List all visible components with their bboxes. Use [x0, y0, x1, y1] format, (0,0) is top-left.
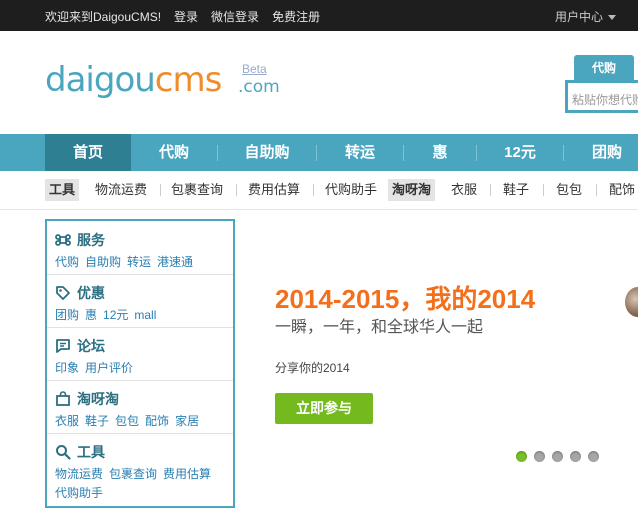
user-center-label: 用户中心 — [555, 10, 604, 24]
top-bar-left: 欢迎来到DaigouCMS! 登录 微信登录 免费注册 — [45, 8, 320, 25]
category-taoyatao-title: 淘呀淘 — [77, 391, 119, 407]
subnav-separator — [160, 184, 161, 196]
daigou-url-input[interactable]: 粘贴你想代购 — [565, 80, 638, 113]
subnav-item-cost-estimate[interactable]: 费用估算 — [248, 179, 300, 201]
carousel-dot[interactable] — [534, 451, 545, 462]
category-link[interactable]: 惠 — [85, 306, 97, 325]
category-taoyatao: 淘呀淘 衣服 鞋子 包包 配饰 家居 — [55, 389, 227, 431]
category-tools: 工具 物流运费 包裹查询 费用估算代购助手 — [55, 442, 227, 503]
banner-subtitle: 一瞬，一年，和全球华人一起 — [275, 319, 484, 336]
category-link[interactable]: 印象 — [55, 359, 79, 378]
carousel-indicators — [516, 451, 599, 462]
category-link[interactable]: 转运 — [127, 253, 151, 272]
tag-icon — [56, 286, 70, 300]
category-service: 服务 代购 自助购 转运 港速通 — [55, 230, 227, 272]
sub-nav: 工具 物流运费 包裹查询 费用估算 代购助手 淘呀淘 衣服 鞋子 包包 配饰 — [0, 175, 638, 205]
subnav-item-shoes[interactable]: 鞋子 — [503, 179, 529, 201]
category-forum-title: 论坛 — [77, 338, 105, 354]
category-link[interactable]: 衣服 — [55, 412, 79, 431]
subnav-item-bags[interactable]: 包包 — [556, 179, 582, 201]
category-deals: 优惠 团购惠 12元 mall — [55, 283, 227, 325]
command-icon — [55, 234, 71, 246]
banner-title: 2014-2015，我的2014 — [275, 284, 536, 314]
category-deals-header[interactable]: 优惠 — [55, 283, 227, 303]
category-link[interactable]: mall — [134, 306, 156, 325]
user-center-menu[interactable]: 用户中心 — [555, 8, 617, 25]
carousel-dot[interactable] — [516, 451, 527, 462]
category-panel: 服务 代购 自助购 转运 港速通 优惠 团购惠 12元 mall 论坛 印象 用户评价 淘呀… — [45, 219, 235, 508]
category-tools-title: 工具 — [77, 444, 105, 460]
join-now-button[interactable]: 立即参与 — [275, 393, 373, 424]
category-link[interactable]: 包裹查询 — [109, 465, 157, 484]
wechat-login-link[interactable]: 微信登录 — [211, 8, 259, 25]
logo-part-2: cms — [154, 60, 223, 100]
nav-item-home[interactable]: 首页 — [45, 134, 131, 171]
search-icon — [56, 445, 71, 460]
subnav-item-clothes[interactable]: 衣服 — [451, 179, 477, 201]
category-link[interactable]: 配饰 — [145, 412, 169, 431]
daigou-tab[interactable]: 代购 — [574, 55, 634, 81]
welcome-text: 欢迎来到DaigouCMS! — [45, 10, 162, 24]
subnav-separator — [236, 184, 237, 196]
subnav-item-daigou-helper[interactable]: 代购助手 — [325, 179, 377, 201]
category-link[interactable]: 代购助手 — [55, 484, 103, 503]
category-link[interactable]: 包包 — [115, 412, 139, 431]
chevron-down-icon — [608, 15, 617, 21]
subnav-separator — [490, 184, 491, 196]
subnav-separator — [313, 184, 314, 196]
category-divider — [47, 274, 233, 275]
category-link[interactable]: 团购 — [55, 306, 79, 325]
login-link[interactable]: 登录 — [174, 8, 198, 25]
bag-icon — [56, 391, 70, 406]
subnav-taoyatao-heading[interactable]: 淘呀淘 — [388, 179, 436, 201]
category-link[interactable]: 家居 — [175, 412, 199, 431]
carousel-dot[interactable] — [570, 451, 581, 462]
nav-item-group-buy[interactable]: 团购 — [564, 134, 638, 171]
subnav-item-parcel-query[interactable]: 包裹查询 — [171, 179, 223, 201]
banner-share-text: 分享你的2014 — [275, 361, 350, 375]
register-link[interactable]: 免费注册 — [272, 8, 320, 25]
category-link[interactable]: 鞋子 — [85, 412, 109, 431]
main-nav: 首页 代购 自助购 转运 惠 12元 团购 — [0, 134, 638, 171]
carousel-dot[interactable] — [552, 451, 563, 462]
subnav-item-accessories[interactable]: 配饰 — [609, 179, 635, 201]
top-bar: 欢迎来到DaigouCMS! 登录 微信登录 免费注册 用户中心 — [0, 0, 638, 31]
nav-item-12yuan[interactable]: 12元 — [477, 134, 563, 171]
beta-badge: Beta — [242, 62, 267, 76]
category-link[interactable]: 费用估算 — [163, 465, 211, 484]
category-service-title: 服务 — [77, 232, 105, 248]
category-link[interactable]: 代购 — [55, 253, 79, 272]
nav-item-transfer[interactable]: 转运 — [317, 134, 403, 171]
category-taoyatao-header[interactable]: 淘呀淘 — [55, 389, 227, 409]
logo-suffix: .com — [238, 77, 280, 97]
banner-decoration-image — [625, 287, 638, 317]
subnav-separator — [596, 184, 597, 196]
category-divider — [47, 433, 233, 434]
subnav-separator — [543, 184, 544, 196]
category-deals-title: 优惠 — [77, 285, 105, 301]
subnav-tools-heading[interactable]: 工具 — [45, 179, 80, 201]
category-link[interactable]: 自助购 — [85, 253, 121, 272]
subnav-divider — [0, 209, 638, 210]
category-link[interactable]: 港速通 — [157, 253, 193, 272]
category-divider — [47, 380, 233, 381]
category-forum: 论坛 印象 用户评价 — [55, 336, 227, 378]
category-link[interactable]: 物流运费 — [55, 465, 103, 484]
category-service-header[interactable]: 服务 — [55, 230, 227, 250]
category-link[interactable]: 12元 — [103, 306, 128, 325]
nav-item-deals[interactable]: 惠 — [404, 134, 476, 171]
category-forum-header[interactable]: 论坛 — [55, 336, 227, 356]
category-link[interactable]: 用户评价 — [85, 359, 133, 378]
category-tools-header[interactable]: 工具 — [55, 442, 227, 462]
site-logo[interactable]: daigoucms .com Beta — [45, 60, 280, 104]
nav-item-daigou[interactable]: 代购 — [131, 134, 217, 171]
chat-icon — [56, 339, 70, 353]
nav-item-self-buy[interactable]: 自助购 — [218, 134, 316, 171]
subnav-item-shipping-fee[interactable]: 物流运费 — [95, 179, 147, 201]
category-divider — [47, 327, 233, 328]
daigou-url-placeholder: 粘贴你想代购 — [572, 93, 638, 107]
logo-part-1: daigou — [45, 60, 156, 100]
carousel-dot[interactable] — [588, 451, 599, 462]
